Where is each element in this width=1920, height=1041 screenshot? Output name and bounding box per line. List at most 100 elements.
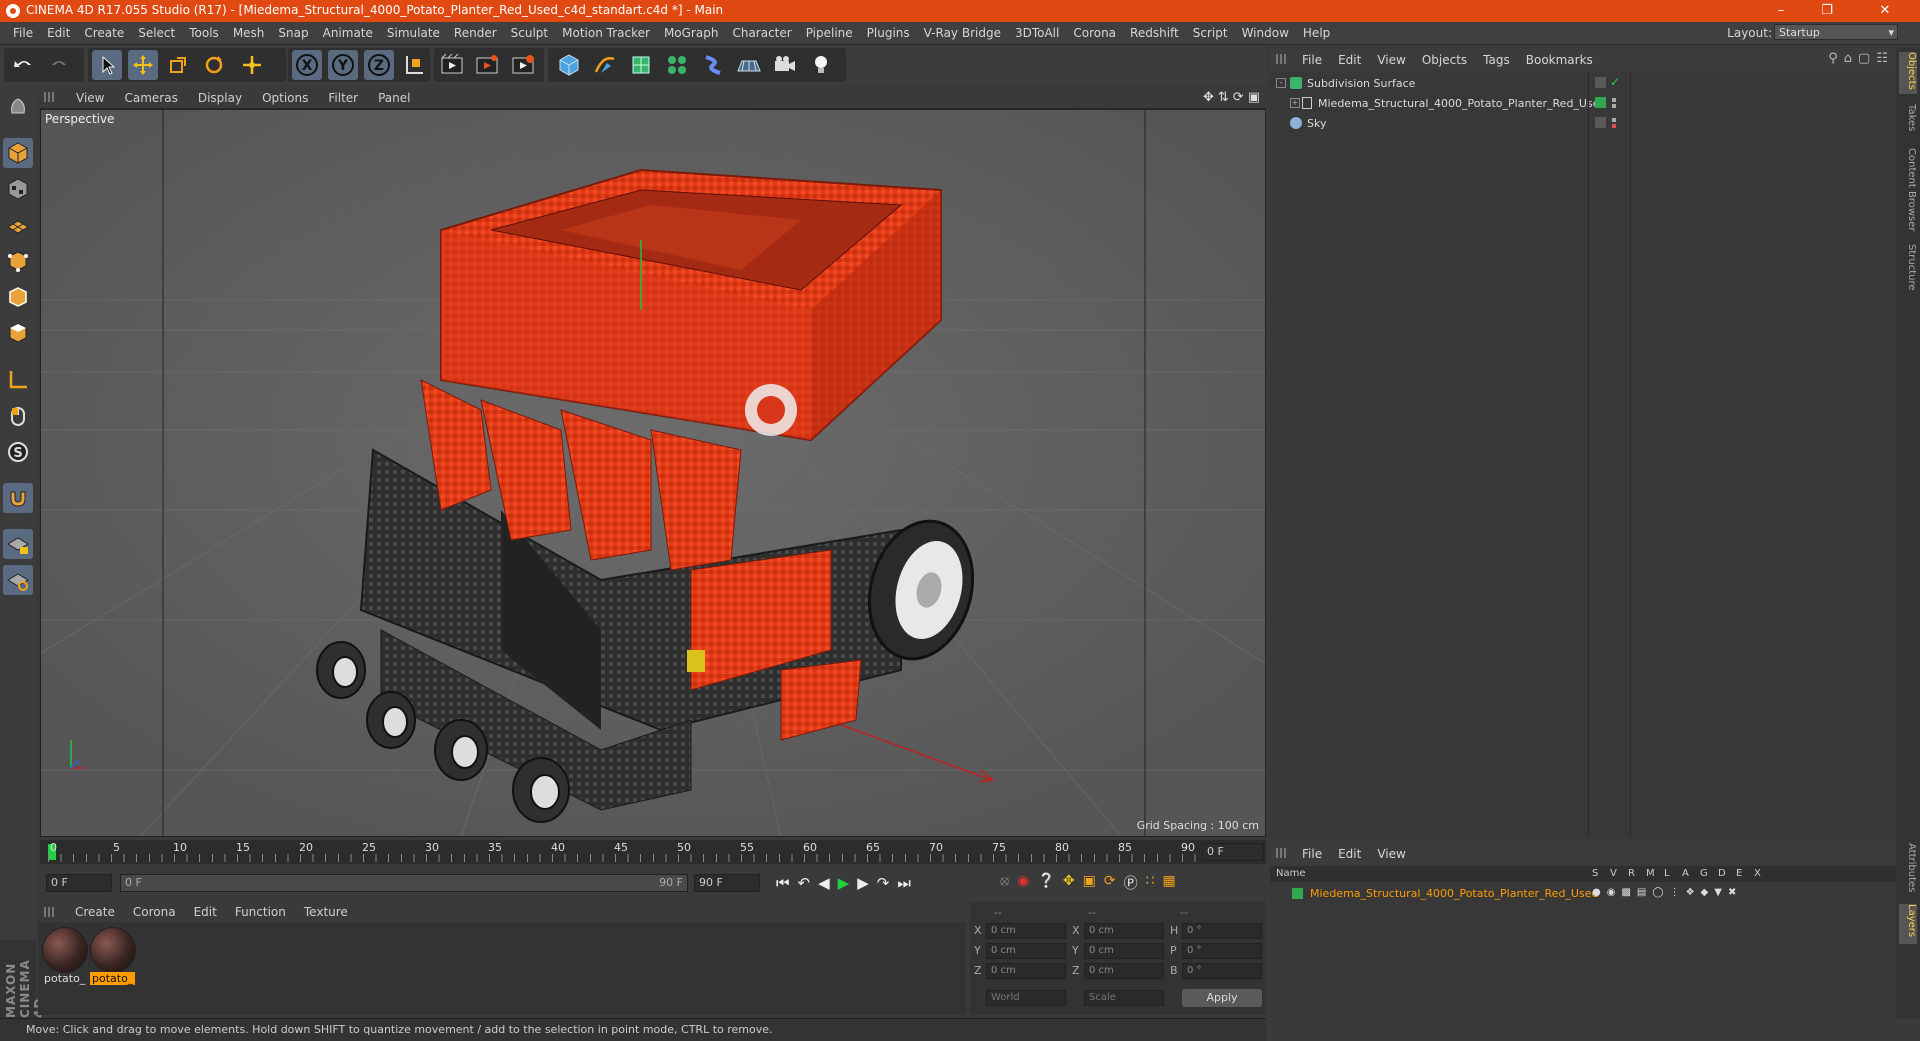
material-menu-function[interactable]: Function [226, 905, 295, 919]
timeline-window-icon[interactable]: ▦ [1163, 873, 1176, 893]
toggle-view-icon[interactable]: ▣ [1248, 90, 1260, 105]
live-selection-icon[interactable] [237, 50, 267, 80]
cloner-icon[interactable] [662, 50, 692, 80]
render-picture-viewer-icon[interactable] [472, 50, 502, 80]
edges-mode-icon[interactable] [3, 282, 33, 312]
undo-icon[interactable] [9, 50, 39, 80]
tab-objects[interactable]: Objects [1899, 52, 1917, 94]
light-icon[interactable] [806, 50, 836, 80]
points-mode-icon[interactable] [3, 246, 33, 276]
step-back-icon[interactable]: ◀ [818, 874, 830, 892]
objects-menu-tags[interactable]: Tags [1475, 53, 1518, 67]
panel-menu-icon[interactable]: ☷ [1876, 51, 1888, 66]
current-frame-field[interactable]: 0 F [1202, 843, 1264, 861]
expression-icon[interactable]: ▼ [1714, 887, 1722, 898]
go-to-end-icon[interactable]: ⏭ [897, 874, 911, 892]
start-frame-field[interactable]: 0 F [46, 874, 112, 892]
menu-tools[interactable]: Tools [182, 26, 226, 40]
floor-environment-icon[interactable] [734, 50, 764, 80]
coordinate-mode-select[interactable]: World [986, 990, 1066, 1006]
expand-icon[interactable]: + [1290, 98, 1300, 108]
object-row[interactable]: + Miedema_Structural_4000_Potato_Planter… [1270, 94, 1896, 113]
menu-redshift[interactable]: Redshift [1123, 26, 1186, 40]
layout-select[interactable]: Startup [1774, 24, 1898, 41]
layer-col-solo[interactable]: S [1592, 868, 1598, 879]
position-z-field[interactable]: 0 cm [986, 963, 1066, 979]
xref-icon[interactable]: ✖ [1728, 887, 1736, 898]
material-menu-create[interactable]: Create [66, 905, 124, 919]
coordinate-system-icon[interactable] [399, 50, 429, 80]
x-axis-lock-icon[interactable]: X [292, 50, 322, 80]
lock-icon[interactable]: ◯ [1652, 887, 1663, 898]
material-thumbnail[interactable] [42, 927, 88, 973]
viewport-menu-cameras[interactable]: Cameras [114, 91, 187, 105]
y-axis-lock-icon[interactable]: Y [328, 50, 358, 80]
parameter-key-icon[interactable]: Ⓟ [1124, 873, 1138, 893]
tab-layers[interactable]: Layers [1899, 904, 1917, 944]
tab-structure[interactable]: Structure [1899, 244, 1917, 300]
size-y-field[interactable]: 0 cm [1084, 943, 1164, 959]
viewport-menu-panel[interactable]: Panel [368, 91, 420, 105]
previous-key-icon[interactable]: ↶ [798, 874, 811, 892]
material-thumbnail[interactable] [90, 927, 136, 973]
scale-key-icon[interactable]: ▣ [1083, 873, 1096, 893]
material-menu-texture[interactable]: Texture [295, 905, 357, 919]
layers-menu-view[interactable]: View [1369, 847, 1413, 861]
object-row[interactable]: - Subdivision Surface ✓ [1270, 74, 1896, 93]
render-clapper-icon[interactable]: ▩ [1621, 887, 1630, 898]
object-name[interactable]: Sky [1307, 117, 1326, 130]
pan-view-icon[interactable]: ✥ [1203, 90, 1214, 105]
viewport-menu-filter[interactable]: Filter [318, 91, 368, 105]
point-level-key-icon[interactable]: ∷ [1146, 873, 1155, 893]
locked-workplane-icon[interactable] [3, 529, 33, 559]
rotate-view-icon[interactable]: ⟳ [1233, 90, 1244, 105]
perspective-viewport[interactable]: Perspective Grid Spacing : 100 cm [40, 109, 1266, 837]
menu-help[interactable]: Help [1296, 26, 1337, 40]
subdivision-surface-icon[interactable] [626, 50, 656, 80]
deformer-icon[interactable]: ◆ [1701, 887, 1709, 898]
apply-button[interactable]: Apply [1182, 989, 1262, 1007]
home-icon[interactable]: ⌂ [1844, 51, 1852, 66]
timeline-ruler[interactable]: 0 5 10 15 20 25 30 35 40 45 50 55 60 65 … [40, 840, 1266, 864]
visibility-toggle-icon[interactable] [1595, 77, 1606, 88]
panel-grip-icon[interactable] [44, 907, 54, 917]
column-divider[interactable] [1588, 72, 1589, 838]
menu-mograph[interactable]: MoGraph [657, 26, 726, 40]
viewport-menu-display[interactable]: Display [188, 91, 252, 105]
camera-icon[interactable] [770, 50, 800, 80]
move-tool-icon[interactable] [128, 50, 158, 80]
workplane-icon[interactable] [3, 210, 33, 240]
menu-render[interactable]: Render [447, 26, 504, 40]
pen-spline-icon[interactable] [590, 50, 620, 80]
z-axis-lock-icon[interactable]: Z [364, 50, 394, 80]
column-divider[interactable] [1630, 72, 1631, 838]
object-name[interactable]: Subdivision Surface [1307, 77, 1415, 90]
layer-col-manager[interactable]: M [1646, 868, 1655, 879]
menu-file[interactable]: File [6, 26, 40, 40]
layer-color-icon[interactable] [1595, 97, 1606, 108]
objects-menu-file[interactable]: File [1294, 53, 1330, 67]
deformer-icon[interactable] [698, 50, 728, 80]
frame-range-slider[interactable]: 0 F 90 F [120, 874, 688, 892]
menu-plugins[interactable]: Plugins [860, 26, 917, 40]
close-button[interactable]: ✕ [1850, 0, 1920, 22]
tweak-mode-icon[interactable] [3, 401, 33, 431]
size-x-field[interactable]: 0 cm [1084, 923, 1164, 939]
layer-row[interactable]: Miedema_Structural_4000_Potato_Planter_R… [1270, 884, 1896, 903]
visibility-dots-icon[interactable] [1612, 98, 1616, 108]
menu-script[interactable]: Script [1186, 26, 1235, 40]
end-frame-field[interactable]: 90 F [694, 874, 760, 892]
solo-dot-icon[interactable]: ● [1592, 887, 1601, 898]
object-name[interactable]: Miedema_Structural_4000_Potato_Planter_R… [1318, 97, 1606, 110]
layers-menu-file[interactable]: File [1294, 847, 1330, 861]
panel-grip-icon[interactable] [1276, 848, 1286, 858]
layer-col-expressions[interactable]: E [1736, 868, 1742, 879]
visibility-toggle-icon[interactable] [1595, 117, 1606, 128]
menu-select[interactable]: Select [131, 26, 182, 40]
objects-menu-edit[interactable]: Edit [1330, 53, 1369, 67]
panel-grip-icon[interactable] [44, 92, 54, 102]
animation-icon[interactable]: ⋮ [1670, 887, 1680, 898]
menu-corona[interactable]: Corona [1066, 26, 1123, 40]
menu-pipeline[interactable]: Pipeline [799, 26, 860, 40]
layer-col-xref[interactable]: X [1754, 868, 1761, 879]
